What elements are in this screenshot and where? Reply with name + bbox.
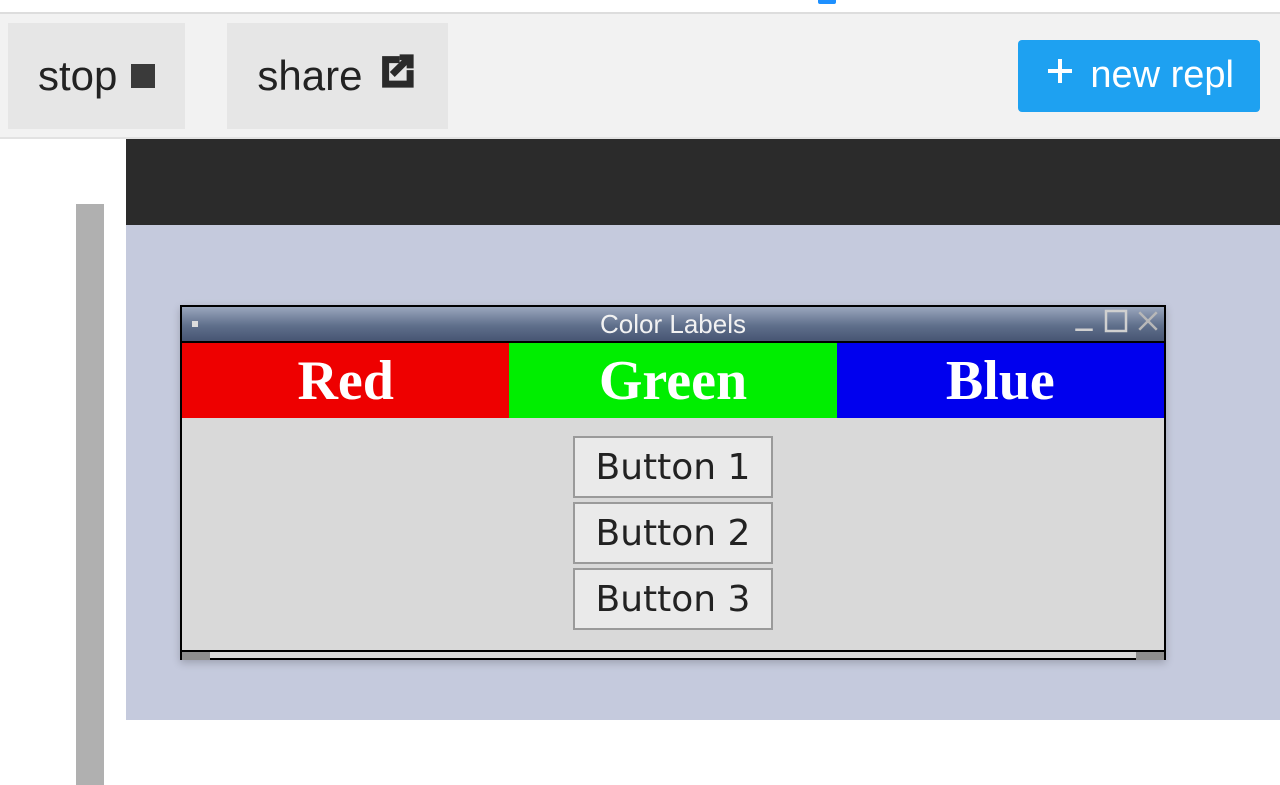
tk-window: Color Labels Red (180, 305, 1166, 660)
tk-window-controls (1068, 307, 1164, 341)
label-red: Red (182, 343, 509, 418)
button-1[interactable]: Button 1 (573, 436, 773, 498)
maximize-icon[interactable] (1100, 306, 1132, 343)
browser-chrome-strip (0, 0, 1280, 14)
repl-toolbar: stop share new repl (0, 14, 1280, 139)
tk-titlebar[interactable]: Color Labels (182, 307, 1164, 341)
tk-horizontal-scrollbar[interactable] (182, 650, 1164, 658)
close-icon[interactable] (1132, 306, 1164, 343)
color-labels-row: Red Green Blue (182, 343, 1164, 418)
plus-icon (1044, 54, 1076, 97)
new-repl-label: new repl (1090, 54, 1234, 97)
share-label: share (257, 52, 362, 100)
tab-indicator (818, 0, 836, 4)
label-green: Green (509, 343, 836, 418)
button-3[interactable]: Button 3 (573, 568, 773, 630)
button-2[interactable]: Button 2 (573, 502, 773, 564)
tk-buttons-column: Button 1 Button 2 Button 3 (182, 418, 1164, 650)
share-icon (376, 50, 418, 102)
tk-client-area: Red Green Blue Button 1 Button 2 (182, 341, 1164, 650)
label-blue: Blue (837, 343, 1164, 418)
share-button[interactable]: share (227, 23, 448, 129)
tk-title-indicator (192, 321, 198, 327)
output-region: Color Labels Red (0, 139, 1280, 720)
stop-label: stop (38, 52, 117, 100)
new-repl-button[interactable]: new repl (1018, 40, 1260, 112)
vertical-scrollbar[interactable] (76, 204, 104, 785)
stop-button[interactable]: stop (8, 23, 185, 129)
tk-title: Color Labels (600, 309, 746, 340)
minimize-icon[interactable] (1068, 306, 1100, 343)
console-top-bar (126, 139, 1280, 225)
stop-icon (131, 64, 155, 88)
vnc-desktop: Color Labels Red (126, 225, 1280, 720)
